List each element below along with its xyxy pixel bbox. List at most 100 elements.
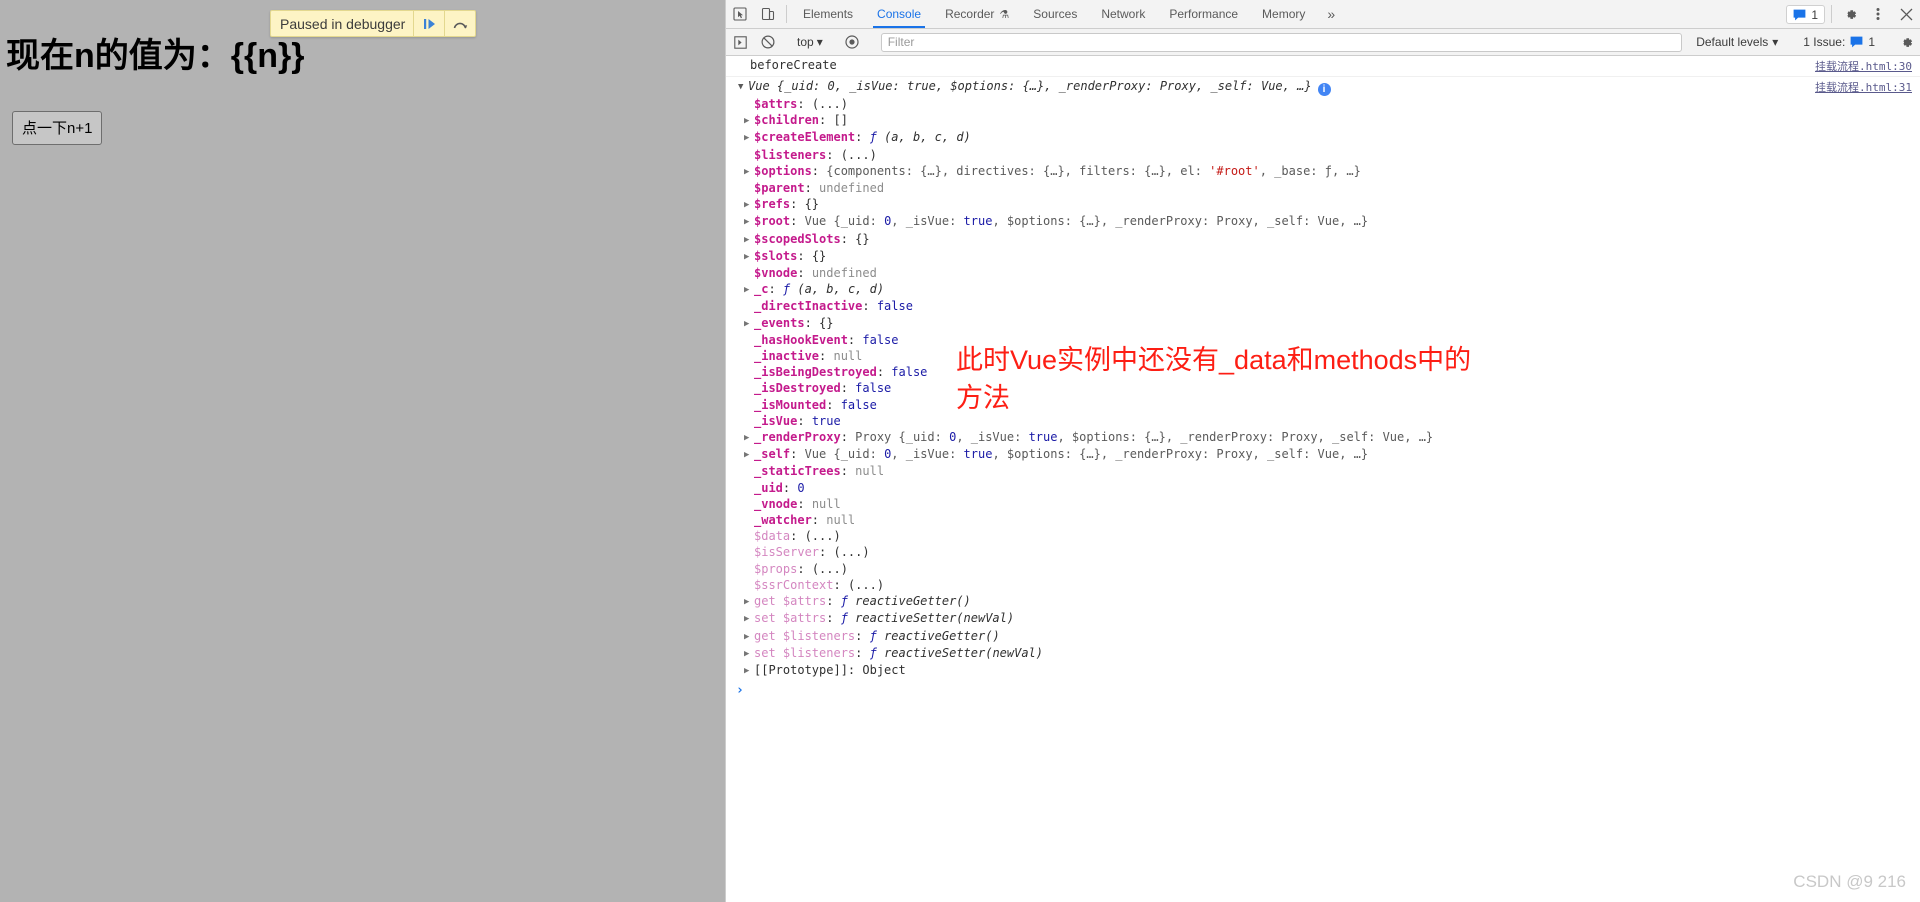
object-header[interactable]: ▼ Vue {_uid: 0, _isVue: true, $options: {… <box>726 78 1920 96</box>
expand-triangle-icon[interactable]: ▶ <box>744 130 754 146</box>
object-property-row[interactable]: $parent: undefined <box>726 180 1920 196</box>
object-property-row[interactable]: $props: (...) <box>726 561 1920 577</box>
object-property-row[interactable]: ▶ $scopedSlots: {} <box>726 231 1920 248</box>
tab-memory[interactable]: Memory <box>1250 0 1317 28</box>
object-property-row[interactable]: ▶ _renderProxy: Proxy {_uid: 0, _isVue: t… <box>726 429 1920 446</box>
step-over-icon[interactable] <box>445 10 475 37</box>
property-value: false <box>855 381 892 396</box>
object-property-row[interactable]: $listeners: (...) <box>726 147 1920 163</box>
expand-triangle-icon[interactable]: ▶ <box>744 214 754 230</box>
property-value: ƒ (a, b, c, d) <box>782 282 885 297</box>
object-property-row[interactable]: _watcher: null <box>726 512 1920 528</box>
property-key: set $listeners <box>754 645 856 660</box>
property-value: [] <box>833 113 848 128</box>
property-key: _uid <box>754 480 783 495</box>
expand-triangle-icon[interactable]: ▶ <box>744 430 754 446</box>
object-property-row[interactable]: ▶ $refs: {} <box>726 196 1920 213</box>
object-property-row[interactable]: ▶ $children: [] <box>726 112 1920 129</box>
source-link[interactable]: 挂载流程.html:30 <box>1815 58 1912 74</box>
property-value: undefined <box>819 181 885 196</box>
kebab-menu-icon[interactable] <box>1864 0 1892 28</box>
tab-elements[interactable]: Elements <box>791 0 865 28</box>
object-property-row[interactable]: ▶ _self: Vue {_uid: 0, _isVue: true, $opt… <box>726 446 1920 463</box>
info-icon[interactable]: i <box>1317 83 1331 96</box>
property-key: _self <box>754 447 791 462</box>
resume-icon[interactable] <box>414 10 444 37</box>
log-levels-selector[interactable]: Default levels ▾ <box>1688 35 1786 49</box>
property-key: $root <box>754 214 791 229</box>
object-property-row[interactable]: ▶ $createElement: ƒ (a, b, c, d) <box>726 129 1920 146</box>
object-property-row[interactable]: _isMounted: false <box>726 397 1920 413</box>
expand-triangle-icon[interactable]: ▶ <box>744 113 754 129</box>
property-key: set $attrs <box>754 611 827 626</box>
expand-triangle-icon[interactable]: ▶ <box>744 197 754 213</box>
object-property-row[interactable]: _staticTrees: null <box>726 463 1920 479</box>
object-property-row[interactable]: ▶ $root: Vue {_uid: 0, _isVue: true, $opt… <box>726 213 1920 230</box>
object-property-row[interactable]: ▶ get $attrs: ƒ reactiveGetter() <box>726 593 1920 610</box>
device-toolbar-icon[interactable] <box>754 0 782 28</box>
expand-triangle-icon[interactable]: ▶ <box>744 316 754 332</box>
expand-triangle-icon[interactable]: ▶ <box>744 249 754 265</box>
gear-icon[interactable] <box>1836 0 1864 28</box>
expand-triangle-icon[interactable]: ▶ <box>744 663 754 679</box>
object-property-row[interactable]: _directInactive: false <box>726 298 1920 314</box>
tab-recorder[interactable]: Recorder ⚗ <box>933 0 1021 28</box>
expand-triangle-icon[interactable]: ▶ <box>744 646 754 662</box>
paused-in-debugger-label: Paused in debugger <box>280 15 406 32</box>
object-property-row[interactable]: _vnode: null <box>726 496 1920 512</box>
tab-network[interactable]: Network <box>1089 0 1157 28</box>
object-property-row[interactable]: $isServer: (...) <box>726 544 1920 560</box>
console-settings-gear-icon[interactable] <box>1892 35 1920 50</box>
console-sidebar-icon[interactable] <box>726 35 754 49</box>
object-property-row[interactable]: ▶ get $listeners: ƒ reactiveGetter() <box>726 628 1920 645</box>
property-colon: : <box>876 365 892 380</box>
expand-triangle-icon[interactable]: ▶ <box>744 611 754 627</box>
filter-input[interactable] <box>880 32 1683 52</box>
expand-triangle-icon[interactable]: ▶ <box>744 282 754 298</box>
expand-triangle-icon[interactable]: ▶ <box>744 629 754 645</box>
expand-triangle-icon[interactable]: ▶ <box>744 232 754 248</box>
object-property-row[interactable]: $vnode: undefined <box>726 265 1920 281</box>
property-key: _events <box>754 315 805 330</box>
inspect-element-icon[interactable] <box>726 0 754 28</box>
property-key: _directInactive <box>754 299 863 314</box>
console-output[interactable]: beforeCreate 挂载流程.html:30 挂载流程.html:31 ▼… <box>726 56 1920 902</box>
source-link-object[interactable]: 挂载流程.html:31 <box>1815 79 1912 95</box>
object-property-row[interactable]: _isDestroyed: false <box>726 380 1920 396</box>
object-property-row[interactable]: $data: (...) <box>726 528 1920 544</box>
expand-triangle-icon[interactable]: ▶ <box>744 594 754 610</box>
object-property-row[interactable]: ▶ set $attrs: ƒ reactiveSetter(newVal) <box>726 610 1920 627</box>
object-property-row[interactable]: ▶ $slots: {} <box>726 248 1920 265</box>
expand-triangle-icon[interactable]: ▶ <box>744 164 754 180</box>
object-property-row[interactable]: _uid: 0 <box>726 480 1920 496</box>
object-property-row[interactable]: ▶ [[Prototype]]: Object <box>726 662 1920 679</box>
chevron-down-icon: ▾ <box>816 35 823 49</box>
object-property-row[interactable]: _inactive: null <box>726 348 1920 364</box>
issues-button[interactable]: 1 Issue: 1 <box>1795 35 1883 49</box>
execution-context-selector[interactable]: top ▾ <box>791 35 829 49</box>
tab-performance[interactable]: Performance <box>1157 0 1250 28</box>
collapse-triangle-icon[interactable]: ▼ <box>738 79 748 96</box>
tab-console[interactable]: Console <box>865 0 933 28</box>
object-property-row[interactable]: _isVue: true <box>726 413 1920 429</box>
object-property-row[interactable]: _isBeingDestroyed: false <box>726 364 1920 380</box>
object-property-row[interactable]: $attrs: (...) <box>726 96 1920 112</box>
expand-triangle-icon[interactable]: ▶ <box>744 447 754 463</box>
object-property-row[interactable]: ▶ _events: {} <box>726 315 1920 332</box>
property-key: _renderProxy <box>754 430 841 445</box>
live-expression-icon[interactable] <box>838 35 866 49</box>
object-property-row[interactable]: ▶ set $listeners: ƒ reactiveSetter(newVal… <box>726 645 1920 662</box>
object-property-row[interactable]: _hasHookEvent: false <box>726 332 1920 348</box>
close-icon[interactable] <box>1892 0 1920 28</box>
more-tabs-chevron-icon[interactable]: » <box>1317 0 1345 28</box>
property-colon: : <box>797 496 812 511</box>
object-property-row[interactable]: $ssrContext: (...) <box>726 577 1920 593</box>
object-property-list: $attrs: (...) ▶ $children: [] ▶ $createEleme… <box>726 96 1920 679</box>
message-count-badge[interactable]: 1 <box>1786 5 1825 24</box>
tab-sources[interactable]: Sources <box>1021 0 1089 28</box>
object-property-row[interactable]: ▶ _c: ƒ (a, b, c, d) <box>726 281 1920 298</box>
object-property-row[interactable]: ▶ $options: {components: {…}, directives:… <box>726 163 1920 180</box>
increment-button[interactable]: 点一下n+1 <box>12 111 103 145</box>
clear-console-icon[interactable] <box>754 35 782 49</box>
console-prompt[interactable]: › <box>726 679 1920 698</box>
